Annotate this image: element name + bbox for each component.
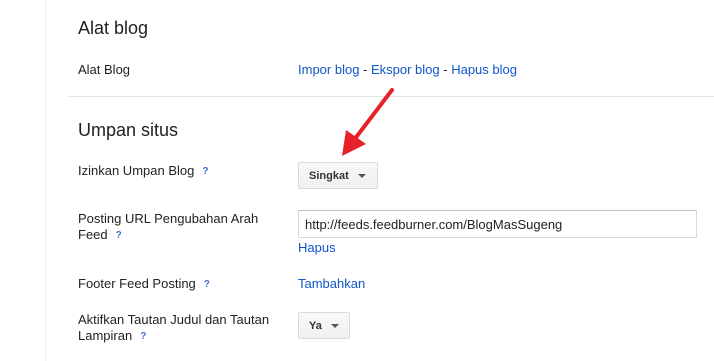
title-links-dropdown[interactable]: Ya bbox=[298, 312, 350, 339]
link-separator: - bbox=[359, 62, 371, 77]
blog-tools-links: Impor blog - Ekspor blog - Hapus blog bbox=[298, 62, 517, 77]
export-blog-link[interactable]: Ekspor blog bbox=[371, 62, 440, 77]
allow-feed-row: Izinkan Umpan Blog? bbox=[78, 163, 208, 180]
title-links-row: Aktifkan Tautan Judul dan Tautan Lampira… bbox=[78, 312, 288, 345]
allow-feed-dropdown[interactable]: Singkat bbox=[298, 162, 378, 189]
link-separator: - bbox=[439, 62, 452, 77]
caret-down-icon bbox=[357, 173, 366, 178]
caret-down-icon bbox=[330, 323, 339, 328]
help-icon[interactable]: ? bbox=[202, 164, 208, 180]
blog-tools-label: Alat Blog bbox=[78, 62, 131, 77]
help-icon[interactable]: ? bbox=[116, 228, 122, 244]
section-title-blog-tools: Alat blog bbox=[78, 18, 149, 38]
add-footer-link[interactable]: Tambahkan bbox=[298, 276, 365, 291]
feed-footer-row: Footer Feed Posting? bbox=[78, 276, 210, 293]
redirect-url-row: Posting URL Pengubahan Arah Feed? bbox=[78, 211, 278, 244]
title-links-value: Ya bbox=[309, 319, 322, 332]
red-arrow-icon bbox=[342, 88, 394, 156]
allow-feed-label: Izinkan Umpan Blog bbox=[78, 163, 195, 178]
remove-redirect-link[interactable]: Hapus bbox=[298, 240, 336, 255]
help-icon[interactable]: ? bbox=[140, 329, 146, 345]
help-icon[interactable]: ? bbox=[204, 277, 210, 293]
redirect-url-input[interactable] bbox=[298, 210, 697, 238]
import-blog-link[interactable]: Impor blog bbox=[298, 62, 359, 77]
feed-footer-label: Footer Feed Posting bbox=[78, 276, 196, 291]
left-border bbox=[45, 0, 46, 361]
section-title-site-feed: Umpan situs bbox=[78, 120, 179, 140]
allow-feed-value: Singkat bbox=[309, 169, 349, 182]
delete-blog-link[interactable]: Hapus blog bbox=[451, 62, 517, 77]
title-links-label: Aktifkan Tautan Judul dan Tautan Lampira… bbox=[78, 312, 270, 343]
redirect-url-label: Posting URL Pengubahan Arah Feed bbox=[78, 211, 259, 242]
